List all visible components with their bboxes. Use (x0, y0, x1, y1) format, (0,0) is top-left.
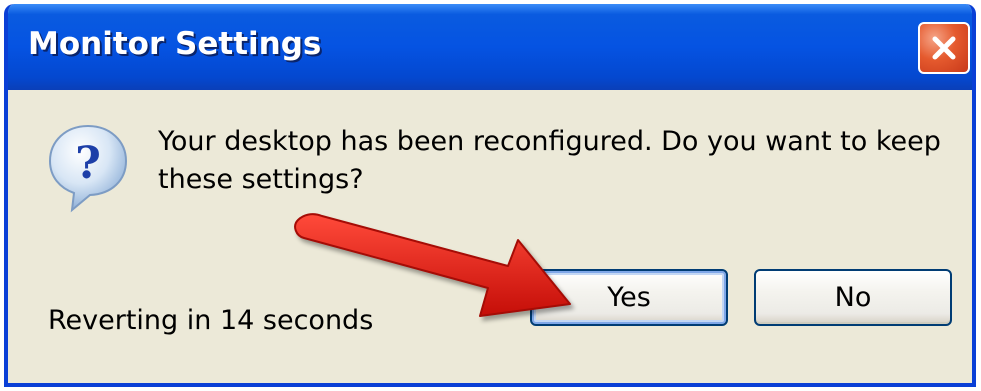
yes-button-label: Yes (607, 282, 651, 313)
dialog-message: Your desktop has been reconfigured. Do y… (158, 123, 958, 199)
svg-text:?: ? (75, 138, 101, 189)
no-button[interactable]: No (754, 269, 952, 326)
monitor-settings-dialog: Monitor Settings ? Your desktop has been… (4, 4, 976, 387)
yes-button[interactable]: Yes (530, 269, 728, 326)
message-line-1: Your desktop has been reconfigured. Do y… (158, 126, 941, 157)
close-icon (932, 36, 956, 60)
countdown-text: Reverting in 14 seconds (48, 305, 374, 336)
no-button-label: No (834, 282, 872, 313)
title-bar[interactable]: Monitor Settings (8, 4, 972, 90)
message-line-2: these settings? (158, 164, 364, 195)
close-button[interactable] (918, 22, 970, 74)
window-title: Monitor Settings (28, 26, 322, 62)
question-icon: ? (48, 124, 128, 213)
